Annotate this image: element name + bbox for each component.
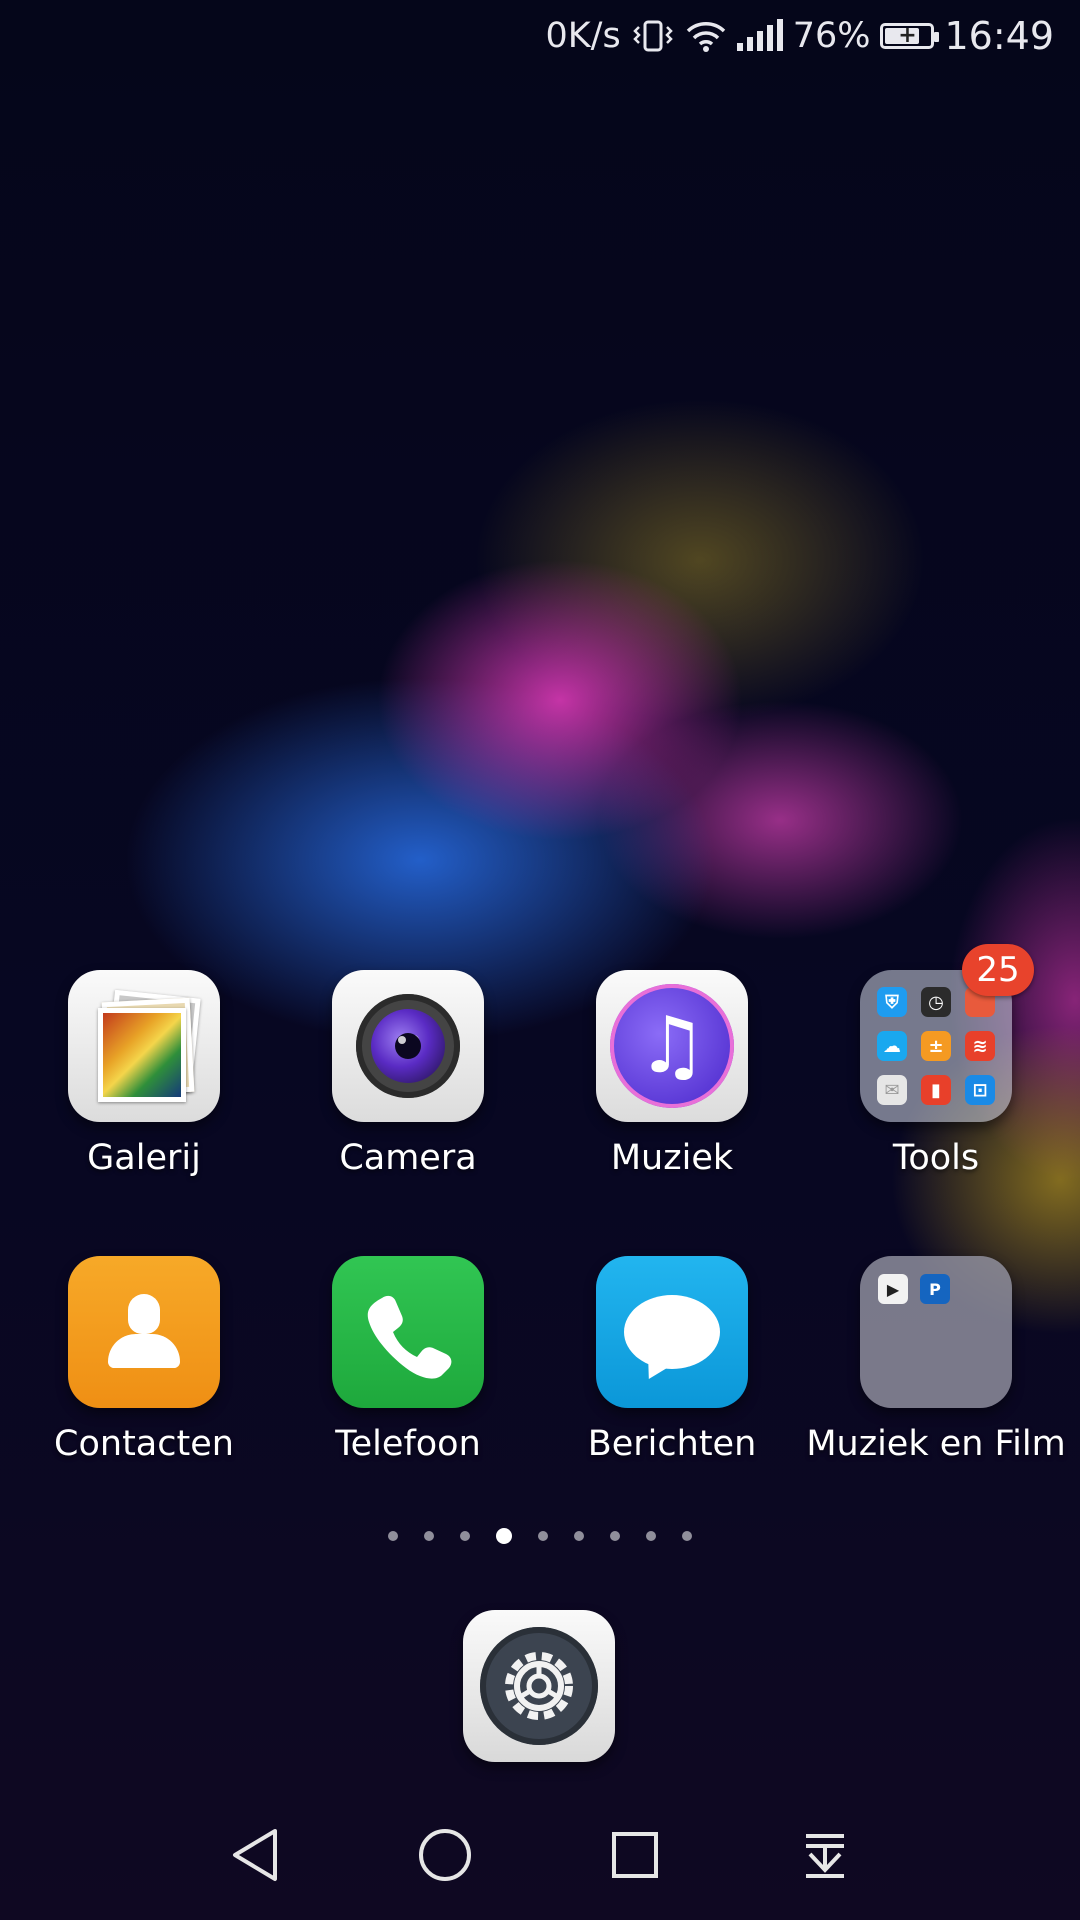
navigation-bar xyxy=(0,1790,1080,1920)
page-dot-active[interactable] xyxy=(496,1528,512,1544)
app-camera[interactable]: Camera xyxy=(276,970,540,1178)
camera-icon[interactable] xyxy=(332,970,484,1122)
shield-icon: ⛨ xyxy=(877,987,907,1017)
vibrate-icon xyxy=(631,19,675,53)
app-messages[interactable]: Berichten xyxy=(540,1256,804,1464)
app-label: Tools xyxy=(892,1138,980,1178)
network-speed: 0K/s xyxy=(545,16,621,56)
back-icon[interactable] xyxy=(220,1820,290,1890)
signal-icon xyxy=(736,19,783,51)
page-dot[interactable] xyxy=(460,1531,470,1541)
recents-icon[interactable] xyxy=(600,1820,670,1890)
home-icon[interactable] xyxy=(410,1820,480,1890)
mail-icon: ✉ xyxy=(877,1075,907,1105)
app-media-folder[interactable]: ▶ P Muziek en Film xyxy=(804,1256,1068,1464)
clock-icon: ◷ xyxy=(921,987,951,1017)
phone-icon[interactable] xyxy=(332,1256,484,1408)
notification-pulldown-icon[interactable] xyxy=(790,1820,860,1890)
page-dot[interactable] xyxy=(682,1531,692,1541)
page-dot[interactable] xyxy=(610,1531,620,1541)
app-label: Muziek en Film xyxy=(806,1424,1066,1464)
weather-icon: ☁ xyxy=(877,1031,907,1061)
page-dot[interactable] xyxy=(424,1531,434,1541)
page-dot[interactable] xyxy=(538,1531,548,1541)
app-label: Contacten xyxy=(54,1424,234,1464)
page-dot[interactable] xyxy=(646,1531,656,1541)
app-label: Camera xyxy=(339,1138,477,1178)
gallery-icon[interactable] xyxy=(68,970,220,1122)
app-label: Muziek xyxy=(610,1138,734,1178)
messages-icon[interactable] xyxy=(596,1256,748,1408)
app-music[interactable]: ♫ Muziek xyxy=(540,970,804,1178)
app-label: Berichten xyxy=(587,1424,757,1464)
app-phone[interactable]: Telefoon xyxy=(276,1256,540,1464)
calculator-icon: ± xyxy=(921,1031,951,1061)
status-bar: 0K/s 76% + 16:49 xyxy=(0,0,1080,72)
app-label: Galerij xyxy=(87,1138,201,1178)
app-label: Telefoon xyxy=(335,1424,481,1464)
app-gallery[interactable]: Galerij xyxy=(12,970,276,1178)
lock-icon: ⊡ xyxy=(965,1075,995,1105)
page-dot[interactable] xyxy=(574,1531,584,1541)
contacts-icon[interactable] xyxy=(68,1256,220,1408)
settings-icon[interactable] xyxy=(463,1610,615,1762)
notification-badge: 25 xyxy=(962,944,1034,996)
page-dot[interactable] xyxy=(388,1531,398,1541)
recorder-icon: ≋ xyxy=(965,1031,995,1061)
app-tools-folder[interactable]: ⛨ ◷ ☁ ± ≋ ✉ ▮ ⊡ 25 Tools xyxy=(804,944,1068,1178)
page-indicator xyxy=(0,1528,1080,1544)
battery-charging-icon: + xyxy=(880,23,940,49)
media-folder-icon[interactable]: ▶ P xyxy=(860,1256,1012,1408)
tools-folder-icon[interactable]: ⛨ ◷ ☁ ± ≋ ✉ ▮ ⊡ 25 xyxy=(860,944,1034,1122)
video-icon: ▶ xyxy=(878,1274,908,1304)
clock-time: 16:49 xyxy=(944,14,1054,58)
app-contacts[interactable]: Contacten xyxy=(12,1256,276,1464)
music-icon[interactable]: ♫ xyxy=(596,970,748,1122)
wifi-icon xyxy=(685,19,727,53)
pandora-icon: P xyxy=(920,1274,950,1304)
flashlight-icon: ▮ xyxy=(921,1075,951,1105)
battery-percent: 76% xyxy=(792,16,871,56)
